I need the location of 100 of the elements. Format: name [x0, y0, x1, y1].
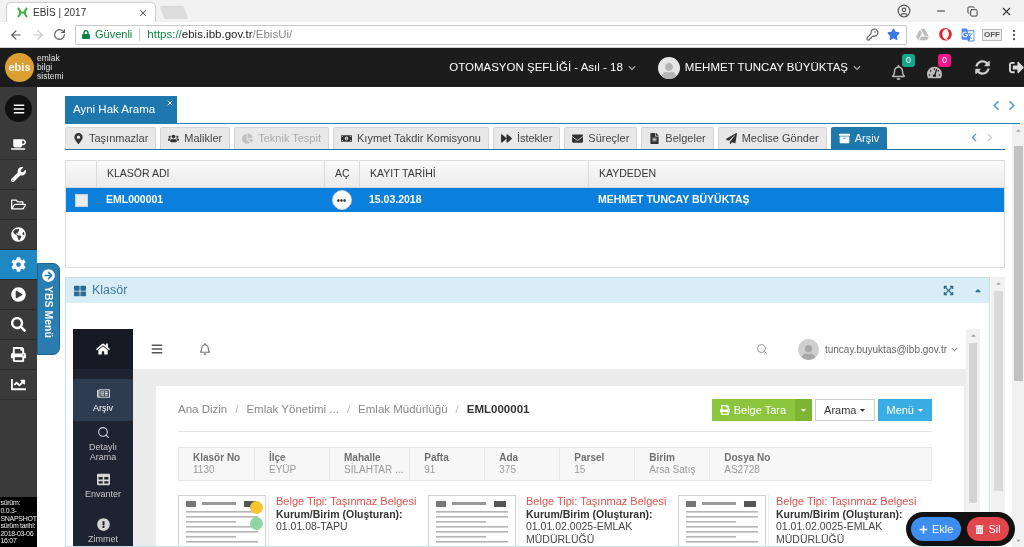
table-icon	[96, 473, 110, 486]
security-label: Güvenli	[95, 27, 133, 43]
chevron-left-icon[interactable]	[992, 99, 1000, 111]
detail-label: Mahalle	[344, 452, 382, 463]
play-icon	[11, 287, 26, 302]
document-org: 01.01.02.0025-EMLAK MÜDÜRLÜĞÜ	[526, 520, 634, 545]
caret-down-icon	[859, 406, 867, 414]
document-type: Belge Tipi: Taşınmaz Belgesi	[776, 495, 918, 508]
nav-item[interactable]: Detaylı Arama	[73, 421, 133, 467]
chevron-down-icon	[627, 63, 636, 72]
nav-item[interactable]: Arşiv	[73, 379, 133, 421]
dropdown-button[interactable]: Arama	[815, 399, 876, 421]
star-icon[interactable]	[887, 28, 900, 41]
coffee-icon	[11, 137, 26, 152]
detail-value: AS2728	[724, 464, 761, 476]
chevron-left-icon[interactable]	[971, 133, 977, 142]
count-badge: 0	[938, 53, 951, 67]
section-tab[interactable]: Süreçler	[564, 127, 638, 149]
section-tab[interactable]: Meclise Gönder	[717, 127, 827, 149]
section-tab[interactable]: İstekler	[492, 127, 561, 149]
delete-button[interactable]: Sil	[967, 517, 1009, 541]
scrollbar[interactable]	[1012, 124, 1024, 547]
detail-label: Birim	[649, 452, 676, 464]
url-text: https://ebis.ibb.gov.tr/EbisUi/	[147, 26, 293, 42]
menu-button[interactable]	[5, 95, 32, 122]
avatar-icon	[657, 56, 680, 79]
scrollbar-thumb[interactable]	[1013, 146, 1023, 381]
unit-selector[interactable]: OTOMASYON ŞEFLİĞİ - Asıl - 18	[449, 58, 636, 77]
browser-tab[interactable]: EBİS | 2017	[6, 2, 156, 22]
chevron-right-icon[interactable]	[1008, 99, 1016, 111]
breadcrumb-link[interactable]: Emlak Yönetimi ...	[246, 401, 339, 419]
user-menu[interactable]: MEHMET TUNCAY BÜYÜKTAŞ	[684, 58, 861, 77]
menu-icon	[12, 102, 25, 115]
newspaper-icon	[96, 387, 110, 400]
address-bar[interactable]: Güvenli https://ebis.ibb.gov.tr/EbisUi/	[75, 24, 907, 45]
detail-label: Klasör No	[193, 452, 242, 464]
tasks-button[interactable]: 0	[927, 53, 951, 82]
extension-button[interactable]: OFF	[982, 28, 1002, 41]
page-tab[interactable]: Ayni Hak Arama	[65, 96, 178, 123]
back-icon[interactable]	[9, 27, 23, 42]
section-tab[interactable]: Belgeler	[641, 127, 714, 149]
avatar-icon	[797, 338, 819, 360]
bell-icon[interactable]	[199, 343, 211, 355]
document-type: Belge Tipi: Taşınmaz Belgesi	[526, 495, 668, 508]
reload-icon[interactable]	[53, 28, 66, 41]
envelope-icon	[572, 133, 584, 144]
bell-icon	[891, 64, 906, 80]
scrollbar[interactable]	[991, 277, 1005, 547]
favicon-icon	[17, 7, 28, 18]
translate-icon[interactable]	[961, 27, 975, 42]
archive-icon	[838, 133, 850, 144]
section-tab[interactable]: Arşiv	[830, 127, 888, 149]
table-cell-text: EML000001	[105, 192, 165, 208]
side-menu-tab[interactable]: YBS Menü	[37, 263, 60, 355]
key-icon[interactable]	[866, 28, 879, 41]
detail-label: Pafta	[424, 452, 450, 464]
section-tab[interactable]: Malikler	[160, 127, 231, 149]
home-button[interactable]	[73, 329, 133, 369]
document-org-label: Kurum/Birim (Oluşturan):	[526, 507, 654, 520]
more-button[interactable]	[331, 190, 352, 210]
document-icon	[649, 133, 661, 144]
wrench-icon	[11, 167, 26, 182]
opera-icon[interactable]	[939, 28, 952, 41]
table-row[interactable]: EML000001 15.03.2018 MEHMET TUNCAY BÜYÜKTAŞ	[66, 188, 1004, 212]
logo-tagline: emlak bilgi sistemi	[37, 54, 64, 81]
sidebar-item[interactable]	[0, 250, 37, 280]
folder-icon	[11, 197, 26, 212]
close-icon[interactable]	[166, 99, 175, 107]
detail-value: EYÜP	[269, 464, 298, 476]
menu-icon[interactable]	[151, 343, 163, 355]
settings-icon	[11, 257, 26, 272]
caret-down-icon	[917, 406, 924, 414]
chevron-down-icon	[853, 63, 861, 72]
breadcrumb-link[interactable]: Ana Dizin	[178, 401, 228, 419]
nav-item[interactable]: Envanter	[73, 467, 133, 505]
row-checkbox[interactable]	[74, 193, 88, 207]
breadcrumb-separator: /	[235, 402, 239, 418]
nav-item[interactable]: Zimmet	[73, 511, 133, 546]
document-type: Belge Tipi: Taşınmaz Belgesi	[276, 495, 418, 508]
search-icon	[11, 317, 26, 332]
detail-value: Arsa Satış	[649, 464, 697, 476]
refresh-icon[interactable]	[975, 60, 990, 75]
user-menu[interactable]: tuncay.buyuktas@ibb.gov.tr	[824, 341, 958, 357]
section-tab[interactable]: Taşınmazlar	[65, 127, 157, 149]
profile-icon[interactable]	[897, 4, 911, 18]
breadcrumb-separator: /	[455, 402, 459, 418]
section-tab[interactable]: Kıymet Takdir Komisyonu	[333, 127, 489, 149]
globe-icon	[11, 227, 26, 242]
grid-icon	[74, 284, 86, 297]
close-icon[interactable]	[138, 7, 148, 18]
breadcrumb-link[interactable]: Emlak Müdürlüğü	[358, 401, 448, 419]
dropdown-toggle[interactable]	[795, 399, 813, 421]
breadcrumb-link[interactable]: EML000001	[466, 401, 530, 419]
expand-icon[interactable]	[943, 285, 954, 296]
scrollbar-thumb[interactable]	[969, 343, 977, 503]
table-cell-text: 15.03.2018	[368, 192, 423, 208]
caret-down-icon	[800, 406, 808, 414]
restore-icon[interactable]	[967, 5, 978, 17]
logout-icon[interactable]	[1009, 60, 1024, 75]
column-header: KAYIT TARİHİ	[359, 161, 588, 187]
